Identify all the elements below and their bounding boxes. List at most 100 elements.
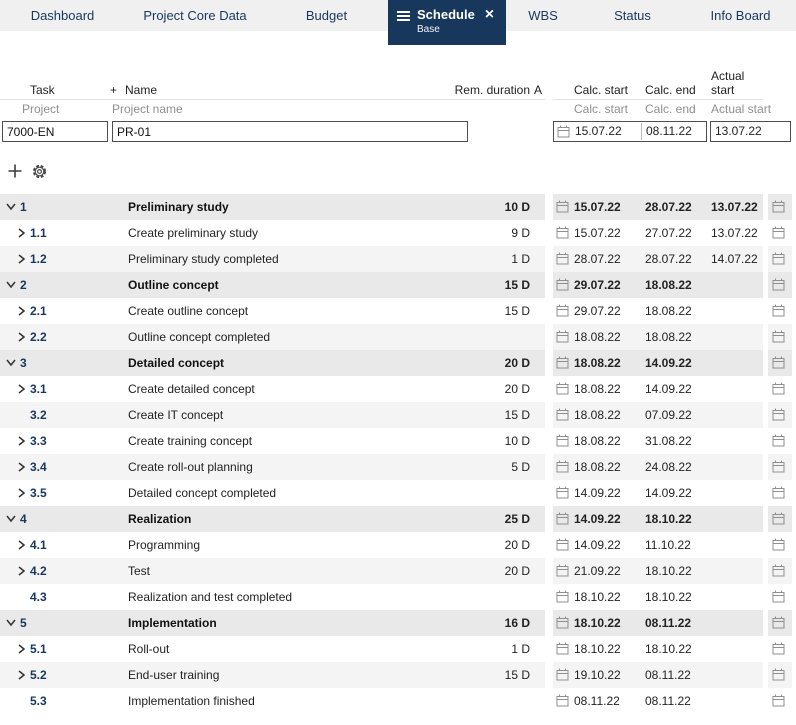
calendar-icon[interactable]: [772, 564, 785, 577]
menu-icon[interactable]: [397, 11, 410, 23]
chevron-down-icon[interactable]: [6, 618, 16, 627]
chevron-down-icon[interactable]: [6, 514, 16, 523]
calendar-icon[interactable]: [557, 125, 570, 138]
task-row[interactable]: 3.1 Create detailed concept 20 D: [0, 376, 545, 402]
chevron-down-icon[interactable]: [6, 202, 16, 211]
task-dates-row[interactable]: 18.10.22 18.10.22: [553, 584, 796, 610]
tab-dashboard[interactable]: Dashboard: [0, 0, 125, 31]
calendar-icon[interactable]: [556, 590, 569, 603]
calendar-icon[interactable]: [556, 486, 569, 499]
project-calc-dates-field[interactable]: 15.07.22 08.11.22: [553, 121, 707, 142]
chevron-right-icon[interactable]: [17, 306, 26, 316]
task-dates-row[interactable]: 18.08.22 18.08.22: [553, 324, 796, 350]
chevron-right-icon[interactable]: [17, 540, 26, 550]
chevron-right-icon[interactable]: [17, 462, 26, 472]
task-dates-row[interactable]: 14.09.22 18.10.22: [553, 506, 796, 532]
task-dates-row[interactable]: 14.09.22 14.09.22: [553, 480, 796, 506]
task-dates-row[interactable]: 18.10.22 08.11.22: [553, 610, 796, 636]
task-dates-row[interactable]: 29.07.22 18.08.22: [553, 298, 796, 324]
calendar-icon[interactable]: [772, 460, 785, 473]
task-row[interactable]: 3.5 Detailed concept completed: [0, 480, 545, 506]
calendar-icon[interactable]: [556, 616, 569, 629]
calendar-icon[interactable]: [556, 668, 569, 681]
task-dates-row[interactable]: 14.09.22 11.10.22: [553, 532, 796, 558]
calendar-icon[interactable]: [772, 382, 785, 395]
chevron-right-icon[interactable]: [17, 332, 26, 342]
task-dates-row[interactable]: 15.07.22 28.07.22 13.07.22: [553, 194, 796, 220]
task-row[interactable]: 1 Preliminary study 10 D: [0, 194, 545, 220]
tab-info-board[interactable]: Info Board: [685, 0, 796, 31]
task-dates-row[interactable]: 18.08.22 07.09.22: [553, 402, 796, 428]
calendar-icon[interactable]: [772, 408, 785, 421]
task-row[interactable]: 1.2 Preliminary study completed 1 D: [0, 246, 545, 272]
task-dates-row[interactable]: 18.10.22 18.10.22: [553, 636, 796, 662]
task-row[interactable]: 1.1 Create preliminary study 9 D: [0, 220, 545, 246]
task-dates-row[interactable]: 08.11.22 08.11.22: [553, 688, 796, 714]
calendar-icon[interactable]: [556, 642, 569, 655]
calendar-icon[interactable]: [772, 694, 785, 707]
calendar-icon[interactable]: [772, 486, 785, 499]
task-row[interactable]: 2 Outline concept 15 D: [0, 272, 545, 298]
calendar-icon[interactable]: [772, 226, 785, 239]
chevron-right-icon[interactable]: [17, 228, 26, 238]
chevron-right-icon[interactable]: [17, 384, 26, 394]
calendar-icon[interactable]: [556, 200, 569, 213]
panel-splitter[interactable]: [545, 31, 553, 714]
add-column-icon[interactable]: +: [110, 83, 117, 97]
task-row[interactable]: 4 Realization 25 D: [0, 506, 545, 532]
task-row[interactable]: 2.1 Create outline concept 15 D: [0, 298, 545, 324]
task-row[interactable]: 5.3 Implementation finished: [0, 688, 545, 714]
chevron-down-icon[interactable]: [6, 358, 16, 367]
calendar-icon[interactable]: [772, 434, 785, 447]
calendar-icon[interactable]: [556, 382, 569, 395]
calendar-icon[interactable]: [772, 538, 785, 551]
chevron-right-icon[interactable]: [17, 436, 26, 446]
task-row[interactable]: 3.3 Create training concept 10 D: [0, 428, 545, 454]
calendar-icon[interactable]: [772, 304, 785, 317]
calendar-icon[interactable]: [556, 226, 569, 239]
task-dates-row[interactable]: 15.07.22 27.07.22 13.07.22: [553, 220, 796, 246]
calendar-icon[interactable]: [556, 330, 569, 343]
task-row[interactable]: 4.1 Programming 20 D: [0, 532, 545, 558]
calendar-icon[interactable]: [556, 694, 569, 707]
task-dates-row[interactable]: 18.08.22 14.09.22: [553, 376, 796, 402]
calendar-icon[interactable]: [556, 278, 569, 291]
chevron-down-icon[interactable]: [6, 280, 16, 289]
column-header-calc-end[interactable]: Calc. end: [645, 83, 696, 97]
task-row[interactable]: 3.4 Create roll-out planning 5 D: [0, 454, 545, 480]
calendar-icon[interactable]: [556, 356, 569, 369]
task-row[interactable]: 5 Implementation 16 D: [0, 610, 545, 636]
task-dates-row[interactable]: 28.07.22 28.07.22 14.07.22: [553, 246, 796, 272]
task-dates-row[interactable]: 18.08.22 24.08.22: [553, 454, 796, 480]
task-dates-row[interactable]: 19.10.22 08.11.22: [553, 662, 796, 688]
tab-wbs[interactable]: WBS: [506, 0, 580, 31]
task-row[interactable]: 4.2 Test 20 D: [0, 558, 545, 584]
column-header-calc-start[interactable]: Calc. start: [574, 83, 628, 97]
chevron-right-icon[interactable]: [17, 670, 26, 680]
tab-status[interactable]: Status: [580, 0, 685, 31]
project-name-input[interactable]: [112, 121, 468, 142]
project-actual-start-field[interactable]: 13.07.22: [710, 121, 791, 142]
calendar-icon[interactable]: [772, 590, 785, 603]
column-header-actual-start[interactable]: Actual start: [711, 69, 763, 97]
calendar-icon[interactable]: [772, 642, 785, 655]
task-row[interactable]: 3.2 Create IT concept 15 D: [0, 402, 545, 428]
task-row[interactable]: 3 Detailed concept 20 D: [0, 350, 545, 376]
task-row[interactable]: 2.2 Outline concept completed: [0, 324, 545, 350]
calendar-icon[interactable]: [556, 434, 569, 447]
tab-budget[interactable]: Budget: [265, 0, 388, 31]
task-row[interactable]: 4.3 Realization and test completed: [0, 584, 545, 610]
settings-gear-button[interactable]: [31, 163, 48, 183]
column-header-actual-truncated[interactable]: A: [534, 83, 542, 97]
calendar-icon[interactable]: [556, 512, 569, 525]
column-header-rem-duration[interactable]: Rem. duration: [455, 83, 530, 97]
column-header-name[interactable]: Name: [125, 83, 157, 97]
chevron-right-icon[interactable]: [17, 254, 26, 264]
calendar-icon[interactable]: [772, 668, 785, 681]
calendar-icon[interactable]: [556, 538, 569, 551]
calendar-icon[interactable]: [772, 278, 785, 291]
chevron-right-icon[interactable]: [17, 566, 26, 576]
task-row[interactable]: 5.2 End-user training 15 D: [0, 662, 545, 688]
task-row[interactable]: 5.1 Roll-out 1 D: [0, 636, 545, 662]
calendar-icon[interactable]: [556, 408, 569, 421]
